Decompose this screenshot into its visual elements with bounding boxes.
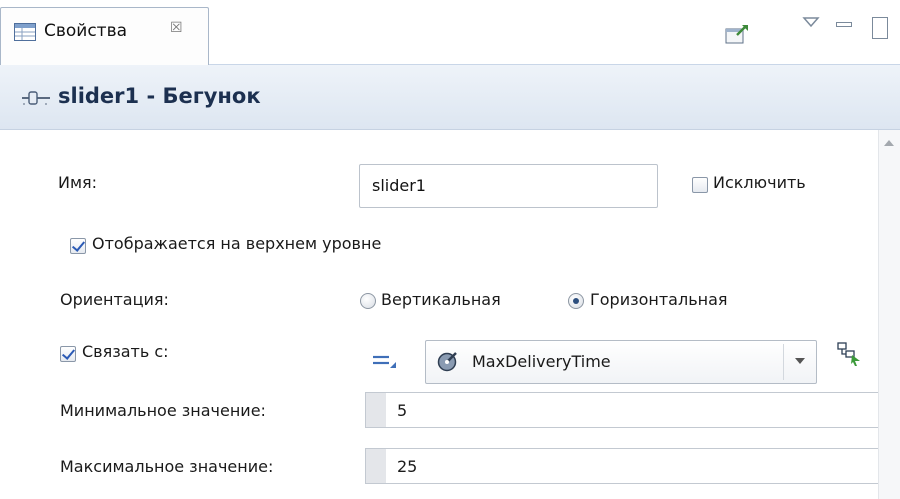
- vertical-scrollbar[interactable]: [878, 130, 900, 499]
- link-label: Связать с:: [82, 342, 169, 361]
- name-field[interactable]: slider1: [359, 164, 658, 208]
- maximize-icon[interactable]: [872, 17, 888, 39]
- scroll-up-arrow-icon[interactable]: [884, 140, 894, 146]
- tab-label: Свойства: [44, 21, 128, 41]
- max-value-grip: [366, 449, 386, 483]
- link-checkbox[interactable]: [60, 346, 76, 362]
- parameter-icon: [437, 352, 457, 372]
- chevron-down-icon[interactable]: [795, 358, 805, 364]
- min-value: 5: [397, 401, 408, 420]
- exclude-label: Исключить: [713, 173, 806, 192]
- max-value-field[interactable]: [365, 448, 878, 484]
- link-parameter-value: MaxDeliveryTime: [472, 352, 611, 371]
- orientation-vertical-radio[interactable]: [360, 293, 376, 309]
- properties-view-icon: [14, 23, 36, 41]
- select-element-icon[interactable]: [836, 341, 862, 367]
- orientation-horizontal-radio[interactable]: [568, 293, 584, 309]
- page-title: slider1 - Бегунок: [58, 84, 261, 108]
- close-icon[interactable]: ☒: [170, 20, 183, 36]
- equals-parameter-icon: [373, 355, 396, 368]
- orientation-label: Ориентация:: [60, 290, 169, 309]
- exclude-checkbox[interactable]: [692, 177, 708, 193]
- max-value-label: Максимальное значение:: [60, 457, 274, 476]
- orientation-horizontal-label: Горизонтальная: [590, 290, 728, 309]
- min-value-field[interactable]: [365, 392, 878, 428]
- max-value: 25: [397, 457, 418, 476]
- view-menu-icon[interactable]: [802, 14, 820, 30]
- name-label: Имя:: [58, 173, 98, 192]
- slider-icon: [22, 91, 50, 105]
- pin-editor-icon[interactable]: [725, 23, 749, 45]
- orientation-vertical-label: Вертикальная: [381, 290, 501, 309]
- top-level-checkbox[interactable]: [70, 238, 86, 254]
- min-value-grip: [366, 393, 386, 427]
- minimize-icon[interactable]: [836, 22, 852, 27]
- min-value-label: Минимальное значение:: [60, 401, 266, 420]
- combo-separator: [783, 344, 784, 380]
- top-level-label: Отображается на верхнем уровне: [92, 234, 382, 253]
